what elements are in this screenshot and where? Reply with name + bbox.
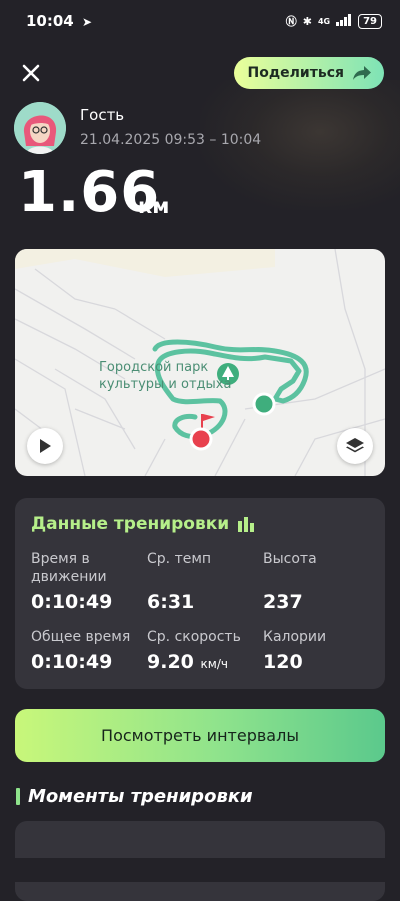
park-label-line1: Городской парк bbox=[99, 360, 209, 375]
status-time-text: 10:04 bbox=[26, 12, 74, 30]
user-name: Гость bbox=[80, 106, 125, 124]
stat-label: Ср. темп bbox=[147, 551, 212, 567]
telegram-icon: ➤ bbox=[81, 15, 93, 29]
battery-icon: 79 bbox=[358, 13, 382, 29]
bluetooth-icon: ✱ bbox=[302, 14, 312, 28]
close-button[interactable] bbox=[18, 60, 44, 86]
nfc-icon: Ⓝ bbox=[285, 15, 297, 28]
map-layers-button[interactable] bbox=[337, 428, 373, 464]
view-intervals-label: Посмотреть интервалы bbox=[101, 726, 299, 745]
stat-label-line2: движении bbox=[31, 569, 107, 585]
workout-data-card: Данные тренировки Время в движении 0:10:… bbox=[15, 498, 385, 689]
stat-value: 0:10:49 bbox=[31, 651, 113, 673]
stat-altitude: Высота 237 bbox=[263, 550, 317, 613]
distance-unit: км bbox=[138, 194, 170, 218]
workout-moments-title: Моменты тренировки bbox=[28, 786, 253, 807]
avatar-illustration-icon bbox=[14, 102, 66, 154]
stat-avg-speed: Ср. скорость 9.20 км/ч bbox=[147, 628, 241, 673]
stat-calories: Калории 120 bbox=[263, 628, 326, 673]
avatar bbox=[14, 102, 66, 154]
system-gesture-area bbox=[0, 858, 400, 882]
route-map[interactable]: Городской парк культуры и отдыха bbox=[15, 249, 385, 476]
share-button[interactable]: Поделиться bbox=[233, 57, 384, 89]
stat-value: 120 bbox=[263, 651, 303, 673]
workout-moments-heading: Моменты тренировки bbox=[16, 786, 253, 807]
stat-label: Время в bbox=[31, 551, 90, 567]
share-arrow-icon bbox=[353, 66, 371, 80]
stat-value: 0:10:49 bbox=[31, 591, 113, 613]
status-icons: Ⓝ ✱ 4G 79 bbox=[286, 13, 382, 29]
stat-label: Ср. скорость bbox=[147, 629, 241, 645]
stat-unit: км/ч bbox=[200, 657, 228, 671]
network-label: 4G bbox=[317, 16, 331, 26]
signal-icon bbox=[336, 13, 352, 29]
park-label-line2: культуры и отдыха bbox=[99, 377, 232, 392]
workout-data-title: Данные тренировки bbox=[31, 514, 257, 534]
status-time: 10:04 ➤ bbox=[26, 12, 92, 30]
stat-label: Высота bbox=[263, 551, 317, 567]
battery-level: 79 bbox=[363, 15, 377, 27]
stat-value: 6:31 bbox=[147, 591, 195, 613]
layers-icon bbox=[346, 438, 364, 453]
play-route-button[interactable] bbox=[27, 428, 63, 464]
stat-value: 237 bbox=[263, 591, 303, 613]
stat-value-number: 9.20 bbox=[147, 651, 194, 673]
share-label: Поделиться bbox=[247, 65, 344, 81]
workout-datetime: 21.04.2025 09:53 – 10:04 bbox=[80, 132, 262, 148]
stat-avg-pace: Ср. темп 6:31 bbox=[147, 550, 211, 613]
heading-accent-bar bbox=[16, 788, 20, 805]
bar-chart-icon bbox=[238, 517, 255, 532]
stat-value: 9.20 км/ч bbox=[147, 651, 241, 673]
map-park-label: Городской парк культуры и отдыха bbox=[99, 359, 231, 393]
stat-total-time: Общее время 0:10:49 bbox=[31, 628, 130, 673]
play-icon bbox=[40, 439, 51, 453]
view-intervals-button[interactable]: Посмотреть интервалы bbox=[15, 709, 385, 762]
workout-data-title-text: Данные тренировки bbox=[31, 514, 230, 534]
close-icon bbox=[22, 64, 40, 82]
stat-moving-time: Время в движении 0:10:49 bbox=[31, 550, 112, 613]
stat-label: Калории bbox=[263, 629, 327, 645]
stat-label: Общее время bbox=[31, 629, 131, 645]
